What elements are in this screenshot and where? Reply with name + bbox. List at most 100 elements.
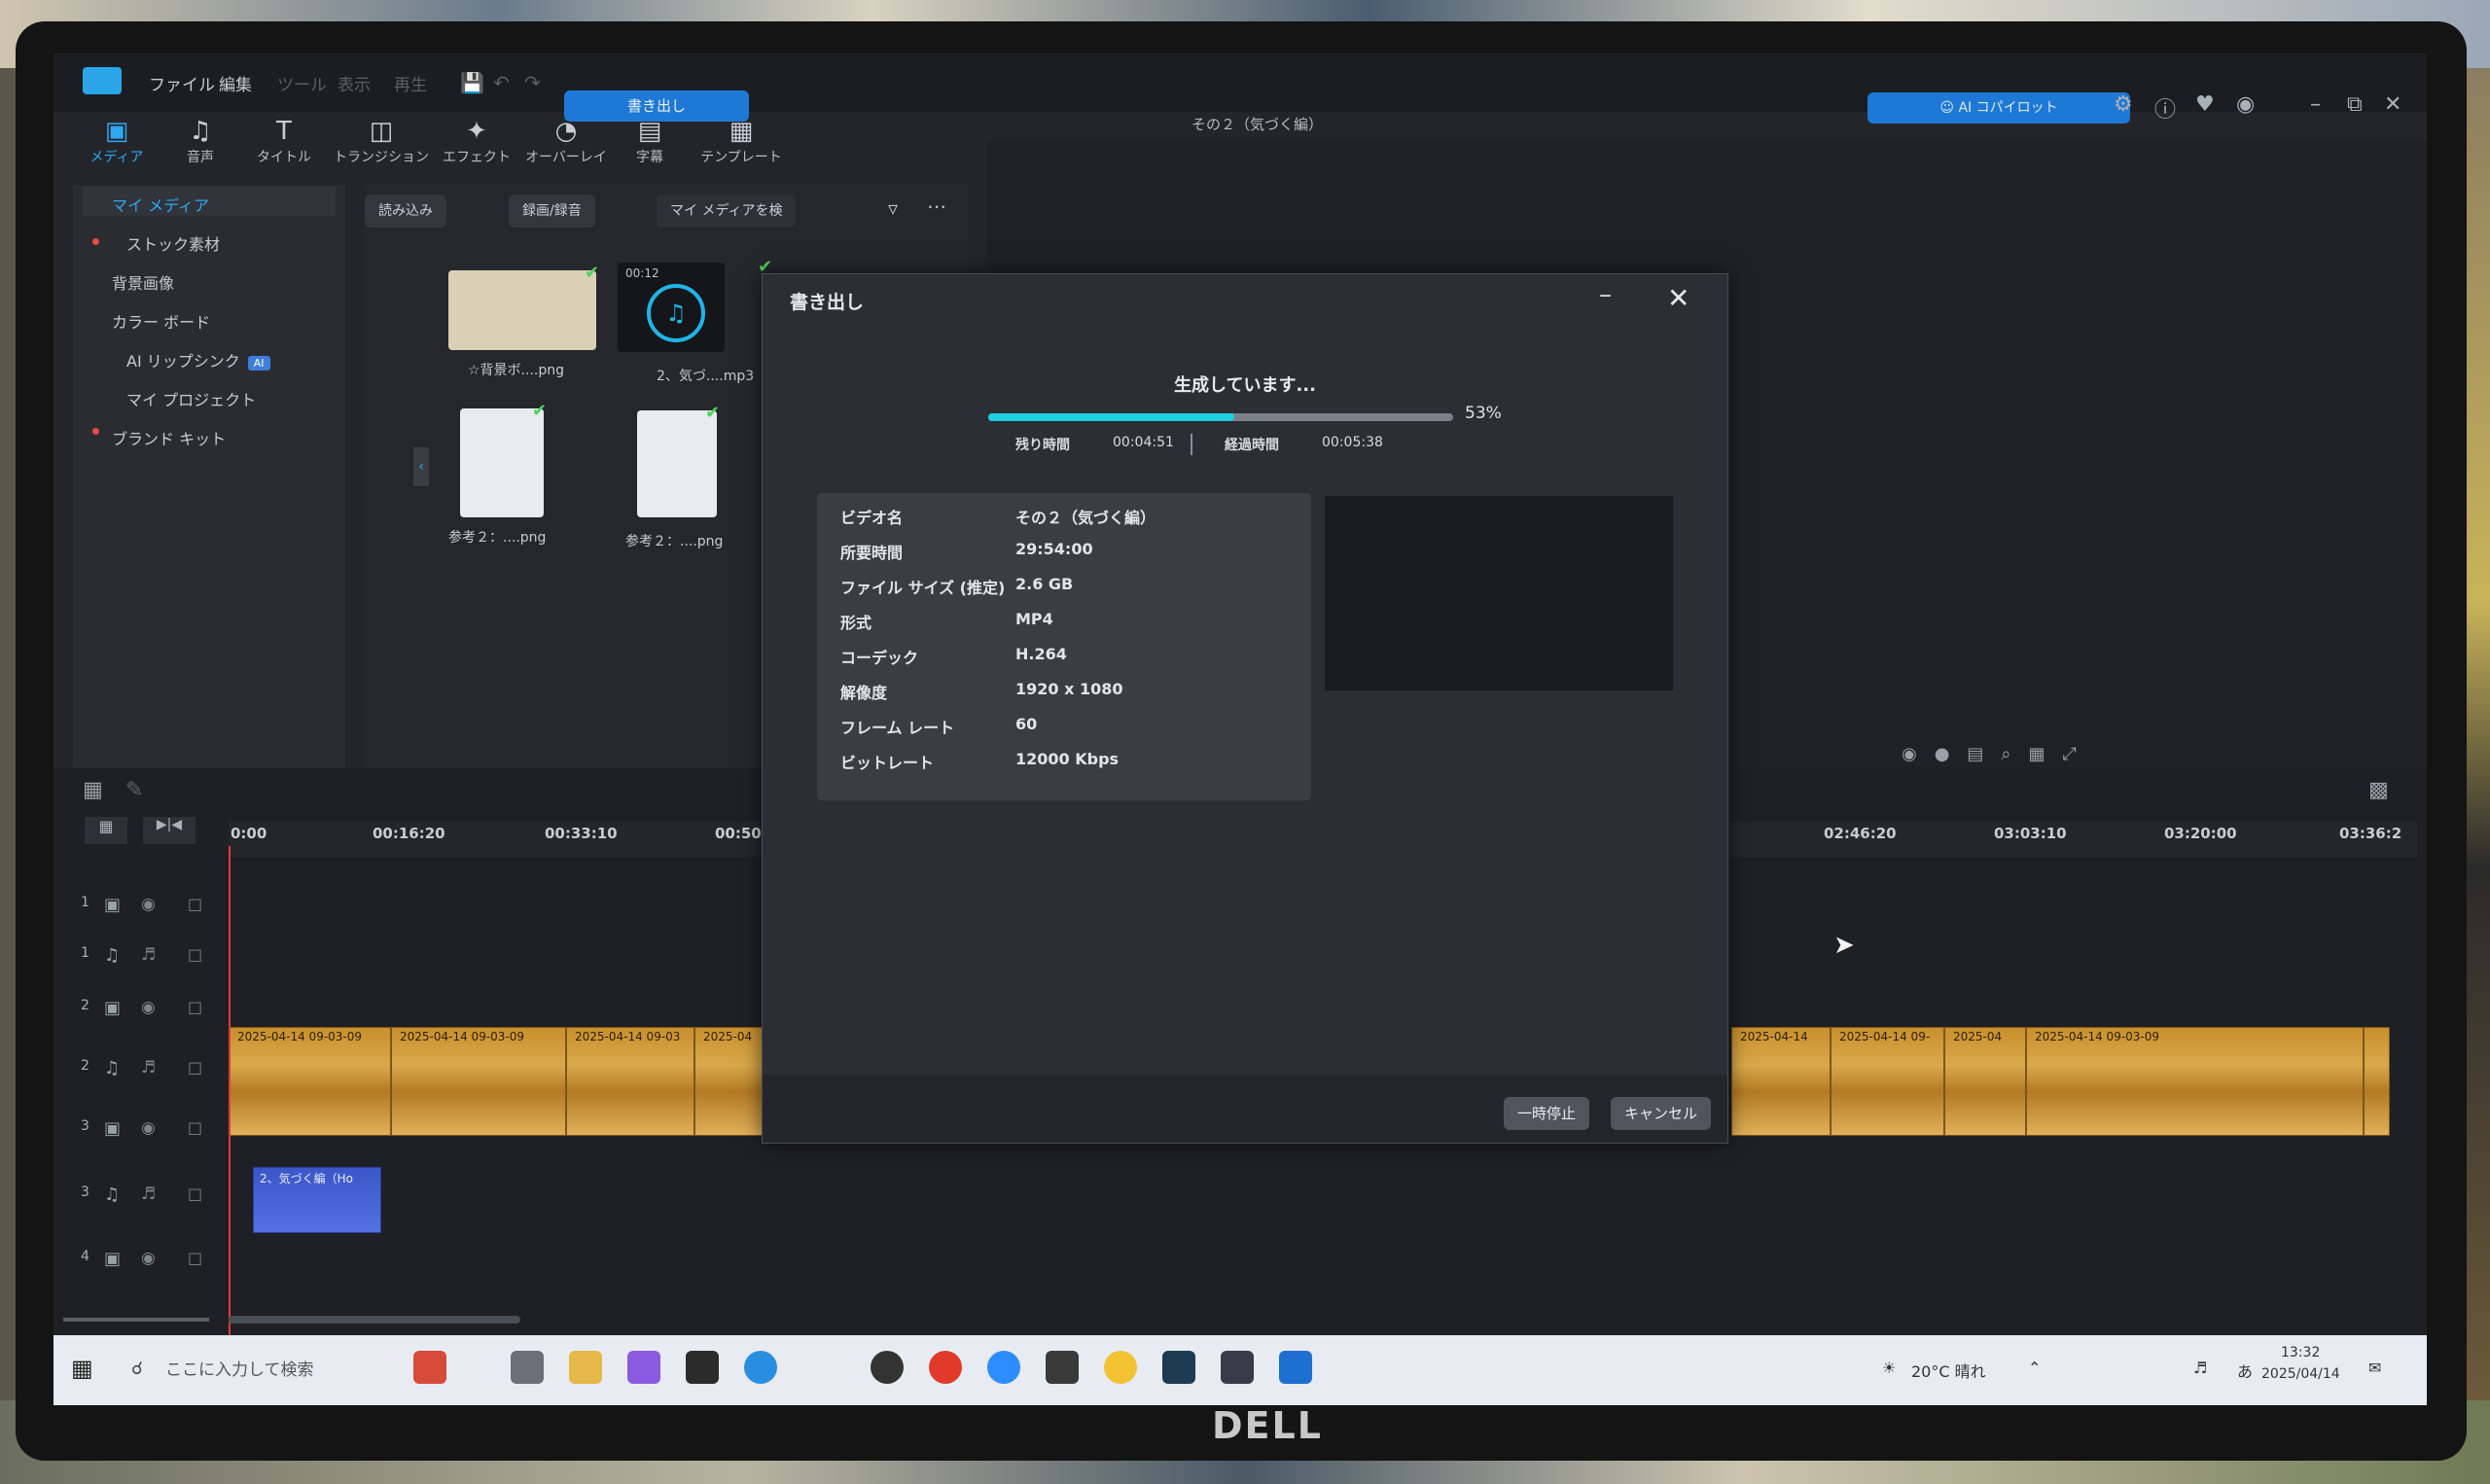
video-clip[interactable]: 2025-04 [1944, 1027, 2026, 1136]
lock-icon[interactable]: □ [188, 945, 202, 964]
sidebar-item-my-project[interactable]: マイ プロジェクト [126, 387, 256, 410]
record-button[interactable]: 録画/録音 [509, 194, 595, 228]
windows-start-icon[interactable]: ▦ [71, 1355, 93, 1382]
volume-icon[interactable]: ♬ [2193, 1359, 2207, 1377]
media-search-input[interactable]: マイ メディアを検 [657, 194, 797, 228]
cancel-button[interactable]: キャンセル [1611, 1097, 1712, 1130]
eye-icon[interactable]: ◉ [141, 895, 156, 914]
settings-gear-icon[interactable]: ⚙ [2114, 92, 2133, 117]
zoom-icon[interactable] [987, 1351, 1020, 1384]
save-icon[interactable]: 💾 [460, 71, 484, 94]
weather-text[interactable]: 20°C 晴れ [1911, 1359, 1986, 1382]
sidebar-item-background[interactable]: 背景画像 [112, 270, 174, 294]
video-clip[interactable] [2364, 1027, 2390, 1136]
filter-icon[interactable]: ▿ [888, 196, 898, 220]
bell-icon[interactable]: ♥ [2195, 92, 2215, 117]
tab-title[interactable]: T タイトル [240, 116, 328, 166]
lock-icon[interactable]: □ [188, 1249, 202, 1267]
playhead[interactable] [229, 846, 231, 1371]
media-thumb-reference-2[interactable] [637, 410, 717, 517]
tab-audio[interactable]: ♫ 音声 [157, 116, 244, 166]
eye-icon[interactable]: ◉ [141, 1118, 156, 1138]
tab-effect[interactable]: ✦ エフェクト [433, 116, 520, 166]
ai-copilot-button[interactable]: ☺ AI コパイロット [1868, 92, 2130, 124]
collapse-panel-chevron-icon[interactable]: ‹ [413, 447, 429, 486]
redo-icon[interactable]: ↷ [524, 71, 541, 94]
speaker-icon[interactable]: ♬ [141, 1184, 156, 1204]
lock-icon[interactable]: □ [188, 1184, 202, 1203]
tray-chevron-icon[interactable]: ⌃ [2028, 1359, 2041, 1377]
obs-icon[interactable] [871, 1351, 904, 1384]
more-icon[interactable]: ⋯ [927, 194, 946, 218]
split-button[interactable]: ▶|◀ [143, 817, 196, 844]
lock-icon[interactable]: □ [188, 998, 202, 1016]
close-window-icon[interactable]: ✕ [2384, 92, 2401, 117]
lock-icon[interactable]: □ [188, 1058, 202, 1077]
eye-icon[interactable]: ◉ [141, 998, 156, 1017]
pen-icon[interactable]: ✎ [125, 778, 143, 802]
media-player-icon[interactable] [686, 1351, 719, 1384]
sidebar-item-my-media[interactable]: マイ メディア [112, 193, 209, 216]
video-editor-icon[interactable] [1162, 1351, 1195, 1384]
minimize-icon[interactable]: – [1599, 280, 1612, 309]
media-thumb-audio[interactable]: 00:12 ♫ [618, 263, 725, 352]
video-clip[interactable]: 2025-04-14 [1731, 1027, 1831, 1136]
task-view-icon[interactable] [511, 1351, 544, 1384]
import-button[interactable]: 読み込み [365, 194, 446, 228]
tab-media[interactable]: ▣ メディア [73, 116, 160, 166]
clock-time[interactable]: 13:32 [2281, 1345, 2320, 1360]
edge-icon[interactable] [744, 1351, 777, 1384]
menu-view[interactable]: 表示 [338, 71, 371, 95]
video-clip[interactable]: 2025-04-14 09-03-09 [2026, 1027, 2364, 1136]
minimize-icon[interactable]: – [2310, 92, 2321, 117]
add-track-button[interactable]: ▦ [85, 817, 127, 844]
menu-tools[interactable]: ツール [277, 71, 327, 95]
timeline-settings-icon[interactable]: ▩ [2368, 778, 2389, 802]
video-clip[interactable]: 2025-04-14 09-03-09 [391, 1027, 566, 1136]
chrome-icon[interactable] [1104, 1351, 1137, 1384]
sidebar-item-stock[interactable]: ストック素材 [126, 231, 220, 255]
speaker-icon[interactable]: ♬ [141, 1058, 156, 1078]
audio-clip[interactable]: 2、気づく編（Ho [253, 1167, 381, 1233]
preview-controls[interactable]: ◉●▤⌕▦⤢ [1902, 744, 2094, 764]
copilot-icon[interactable] [627, 1351, 660, 1384]
undo-icon[interactable]: ↶ [493, 71, 510, 94]
menu-play[interactable]: 再生 [394, 71, 427, 95]
tab-template[interactable]: ▦ テンプレート [688, 116, 795, 166]
sidebar-item-ai-lipsync[interactable]: AI リップシンク AI [126, 348, 270, 371]
close-icon[interactable]: ✕ [1667, 282, 1690, 314]
zoom-slider[interactable] [63, 1318, 209, 1322]
video-clip[interactable]: 2025-04-14 09-03-09 [229, 1027, 391, 1136]
ime-indicator[interactable]: あ [2237, 1359, 2253, 1382]
sidebar-item-colorboard[interactable]: カラー ボード [112, 309, 210, 333]
app-icon[interactable] [1046, 1351, 1079, 1384]
outlook-icon[interactable] [1279, 1351, 1312, 1384]
lock-icon[interactable]: □ [188, 895, 202, 913]
menu-file[interactable]: ファイル [149, 71, 215, 95]
tab-subtitle[interactable]: ▤ 字幕 [606, 116, 694, 166]
video-clip[interactable]: 2025-04-14 09-03 [566, 1027, 694, 1136]
video-clip[interactable]: 2025-04-14 09- [1831, 1027, 1944, 1136]
notification-icon[interactable]: ✉ [2368, 1359, 2381, 1377]
timeline-layout-icon[interactable]: ▦ [83, 778, 103, 802]
media-thumb-background[interactable] [448, 270, 596, 350]
app-icon[interactable] [413, 1351, 446, 1384]
tab-transition[interactable]: ◫ トランジション [328, 116, 435, 166]
eye-icon[interactable]: ◉ [141, 1249, 156, 1268]
file-explorer-icon[interactable] [569, 1351, 602, 1384]
account-icon[interactable]: ◉ [2236, 92, 2255, 117]
app-grid-icon[interactable] [1221, 1351, 1254, 1384]
restore-icon[interactable]: ⧉ [2347, 92, 2363, 117]
pause-button[interactable]: 一時停止 [1504, 1097, 1590, 1130]
sidebar-item-brand-kit[interactable]: ブランド キット [112, 426, 226, 449]
help-icon[interactable]: ⓘ [2154, 92, 2176, 124]
tab-overlay[interactable]: ◔ オーバーレイ [522, 116, 610, 166]
timeline-scrollbar[interactable] [229, 1316, 520, 1324]
menu-edit[interactable]: 編集 [219, 71, 252, 95]
video-clip[interactable]: 2025-04 [694, 1027, 765, 1136]
record-icon[interactable] [929, 1351, 962, 1384]
lock-icon[interactable]: □ [188, 1118, 202, 1137]
speaker-icon[interactable]: ♬ [141, 945, 156, 965]
clock-date[interactable]: 2025/04/14 [2261, 1366, 2340, 1382]
media-thumb-reference-1[interactable] [460, 408, 544, 517]
